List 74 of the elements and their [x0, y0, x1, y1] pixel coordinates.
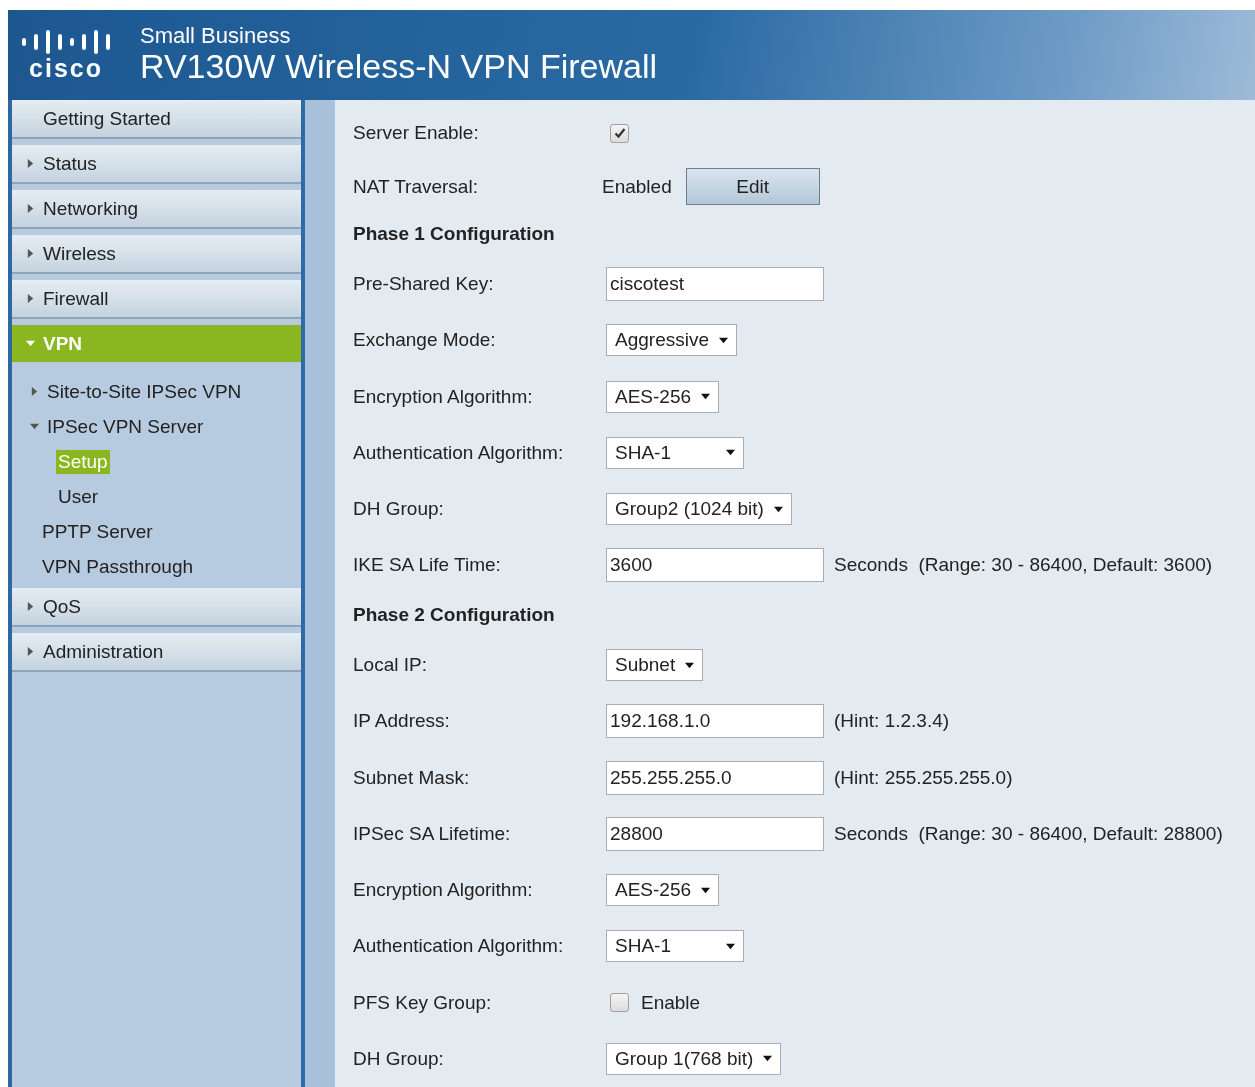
submenu-link[interactable]: User [56, 484, 101, 509]
section-heading: Phase 2 Configuration [353, 604, 555, 627]
field-hint: (Hint: 1.2.3.4) [834, 710, 950, 733]
checkbox[interactable] [610, 993, 629, 1013]
product-line: Small Business [140, 24, 292, 49]
caret-down-icon [726, 941, 735, 951]
field-label: Encryption Algorithm: [353, 879, 534, 902]
field-label: IKE SA Life Time: [353, 554, 502, 577]
submenu-item[interactable]: Site-to-Site IPSec VPN [12, 374, 301, 409]
menu-item[interactable]: Networking [12, 190, 301, 229]
edit-button[interactable]: Edit [685, 168, 820, 206]
logo-bars-icon [22, 29, 110, 54]
submenu-item[interactable]: IPSec VPN Server [12, 409, 301, 444]
dropdown[interactable]: Group2 (1024 bit) [606, 493, 792, 526]
field-label: Local IP: [353, 654, 428, 677]
field-label: IPSec SA Lifetime: [353, 822, 512, 845]
checkbox-label: Enable [641, 991, 701, 1014]
input-field[interactable]: 255.255.255.0 [606, 760, 824, 795]
caret-down-icon [30, 422, 39, 431]
product-title: RV130W Wireless-N VPN Firewall [140, 48, 658, 86]
caret-down-icon [719, 335, 728, 345]
dropdown[interactable]: Aggressive [606, 324, 737, 357]
menu-item[interactable]: Firewall [12, 280, 301, 319]
dropdown[interactable]: AES-256 [606, 874, 720, 907]
input-field[interactable]: 3600 [606, 548, 824, 583]
field-hint: Seconds (Range: 30 - 86400, Default: 28800) [834, 822, 1223, 845]
caret-right-icon [26, 249, 35, 258]
field-label: Server Enable: [353, 122, 480, 145]
caret-right-icon [26, 602, 35, 611]
caret-down-icon [26, 339, 35, 348]
menu-item[interactable]: Wireless [12, 235, 301, 274]
menu-item[interactable]: Status [12, 145, 301, 184]
dropdown[interactable]: AES-256 [606, 380, 720, 413]
caret-down-icon [773, 504, 783, 514]
field-label: DH Group: [353, 1047, 445, 1070]
dropdown[interactable]: Group 1(768 bit) [606, 1042, 782, 1075]
caret-down-icon [685, 660, 695, 670]
caret-right-icon [30, 387, 39, 396]
checkbox[interactable] [610, 123, 629, 143]
submenu-item[interactable]: VPN Passthrough [12, 549, 301, 584]
field-label: Pre-Shared Key: [353, 273, 495, 296]
field-label: Encryption Algorithm: [353, 385, 534, 408]
caret-down-icon [701, 392, 711, 402]
status-text: Enabled [602, 175, 672, 198]
field-label: Authentication Algorithm: [353, 935, 565, 958]
dropdown[interactable]: SHA-1 [606, 436, 744, 469]
logo-text: cisco [29, 55, 103, 81]
input-field[interactable]: 192.168.1.0 [606, 704, 824, 739]
field-label: NAT Traversal: [353, 175, 479, 198]
field-label: PFS Key Group: [353, 991, 493, 1014]
caret-right-icon [26, 159, 35, 168]
field-hint: (Hint: 255.255.255.0) [834, 766, 1013, 789]
section-heading: Phase 1 Configuration [353, 223, 555, 246]
input-field[interactable]: ciscotest [606, 267, 824, 302]
checkmark-icon [613, 127, 626, 140]
input-field[interactable]: 28800 [606, 816, 824, 851]
caret-down-icon [726, 448, 735, 458]
field-hint: Seconds (Range: 30 - 86400, Default: 3600) [834, 554, 1213, 577]
submenu-item[interactable]: PPTP Server [12, 514, 301, 549]
caret-right-icon [26, 647, 35, 656]
caret-down-icon [763, 1054, 773, 1064]
dropdown[interactable]: SHA-1 [606, 930, 744, 963]
field-label: Authentication Algorithm: [353, 441, 565, 464]
menu-item[interactable]: Getting Started [12, 100, 301, 139]
dropdown[interactable]: Subnet [606, 649, 704, 682]
caret-right-icon [26, 294, 35, 303]
menu-item[interactable]: QoS [12, 588, 301, 627]
field-label: Exchange Mode: [353, 329, 497, 352]
field-label: Subnet Mask: [353, 766, 471, 789]
caret-down-icon [701, 885, 711, 895]
menu-item[interactable]: Administration [12, 633, 301, 672]
caret-right-icon [26, 204, 35, 213]
field-label: DH Group: [353, 498, 445, 521]
field-label: IP Address: [353, 710, 451, 733]
